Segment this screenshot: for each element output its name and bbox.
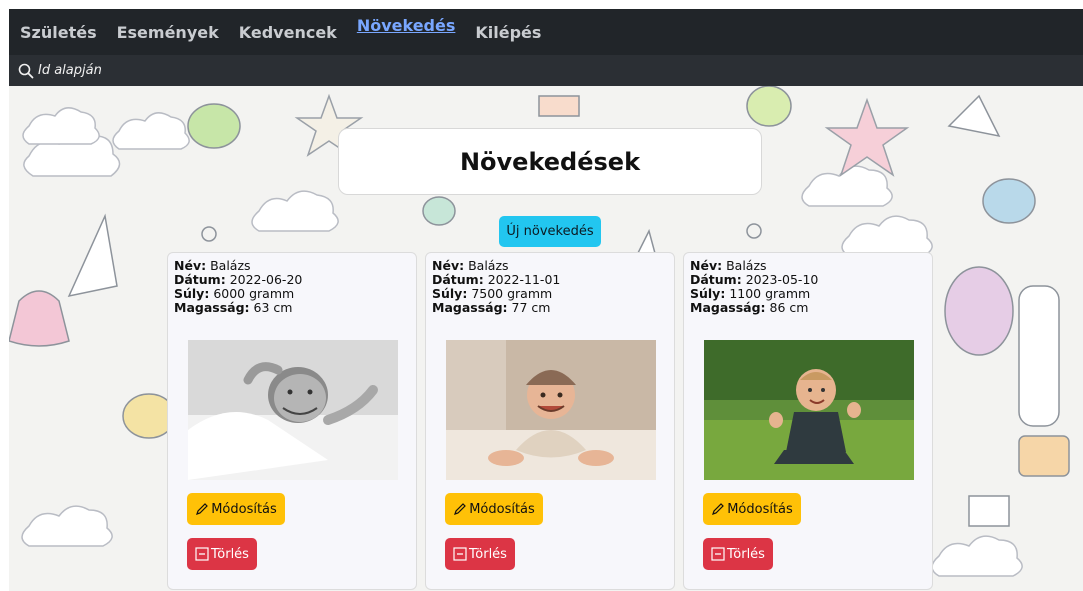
page-title: Növekedések (459, 147, 641, 176)
nav-kilepes[interactable]: Kilépés (475, 23, 541, 42)
nav-kedvencek[interactable]: Kedvencek (239, 23, 337, 42)
delete-button[interactable]: Törlés (445, 538, 515, 570)
name-label: Név: (432, 258, 465, 273)
delete-label: Törlés (211, 546, 249, 562)
dash-square-icon (711, 547, 725, 561)
weight-value: 6000 gramm (213, 286, 295, 301)
search-icon (18, 63, 34, 79)
name-label: Név: (174, 258, 207, 273)
baby-photo (704, 340, 914, 480)
top-navbar: Születés Események Kedvencek Növekedés K… (9, 9, 1083, 55)
pencil-icon (711, 502, 725, 516)
new-growth-button[interactable]: Új növekedés (499, 216, 601, 247)
name-value: Balázs (210, 258, 251, 273)
delete-button[interactable]: Törlés (703, 538, 773, 570)
delete-button[interactable]: Törlés (187, 538, 257, 570)
pencil-icon (195, 502, 209, 516)
growth-card: Név: Balázs Dátum: 2022-11-01 Súly: 7500… (425, 252, 675, 590)
nav-szuletes[interactable]: Születés (20, 23, 97, 42)
date-value: 2023-05-10 (745, 272, 819, 287)
card-info: Név: Balázs Dátum: 2022-11-01 Súly: 7500… (432, 259, 560, 315)
date-value: 2022-06-20 (229, 272, 303, 287)
weight-label: Súly: (174, 286, 210, 301)
edit-label: Módosítás (727, 501, 793, 517)
edit-label: Módosítás (211, 501, 277, 517)
growth-card: Név: Balázs Dátum: 2022-06-20 Súly: 6000… (167, 252, 417, 590)
card-info: Név: Balázs Dátum: 2022-06-20 Súly: 6000… (174, 259, 302, 315)
height-value: 63 cm (253, 300, 293, 315)
date-label: Dátum: (174, 272, 226, 287)
dash-square-icon (195, 547, 209, 561)
edit-button[interactable]: Módosítás (187, 493, 285, 525)
baby-photo (446, 340, 656, 480)
name-value: Balázs (726, 258, 767, 273)
weight-value: 1100 gramm (729, 286, 811, 301)
height-label: Magasság: (174, 300, 250, 315)
weight-value: 7500 gramm (471, 286, 553, 301)
date-label: Dátum: (432, 272, 484, 287)
height-label: Magasság: (690, 300, 766, 315)
baby-photo (188, 340, 398, 480)
height-label: Magasság: (432, 300, 508, 315)
search-input[interactable] (38, 63, 238, 78)
edit-button[interactable]: Módosítás (703, 493, 801, 525)
growth-card: Név: Balázs Dátum: 2023-05-10 Súly: 1100… (683, 252, 933, 590)
page-title-box: Növekedések (338, 128, 762, 195)
height-value: 77 cm (511, 300, 551, 315)
search-bar (9, 55, 1083, 86)
date-value: 2022-11-01 (487, 272, 561, 287)
delete-label: Törlés (727, 546, 765, 562)
window-edge (0, 0, 9, 591)
name-label: Név: (690, 258, 723, 273)
height-value: 86 cm (769, 300, 809, 315)
edit-label: Módosítás (469, 501, 535, 517)
weight-label: Súly: (690, 286, 726, 301)
nav-novekedes[interactable]: Növekedés (357, 16, 456, 35)
pencil-icon (453, 502, 467, 516)
edit-button[interactable]: Módosítás (445, 493, 543, 525)
delete-label: Törlés (469, 546, 507, 562)
card-info: Név: Balázs Dátum: 2023-05-10 Súly: 1100… (690, 259, 818, 315)
weight-label: Súly: (432, 286, 468, 301)
dash-square-icon (453, 547, 467, 561)
date-label: Dátum: (690, 272, 742, 287)
nav-esemenyek[interactable]: Események (117, 23, 219, 42)
name-value: Balázs (468, 258, 509, 273)
